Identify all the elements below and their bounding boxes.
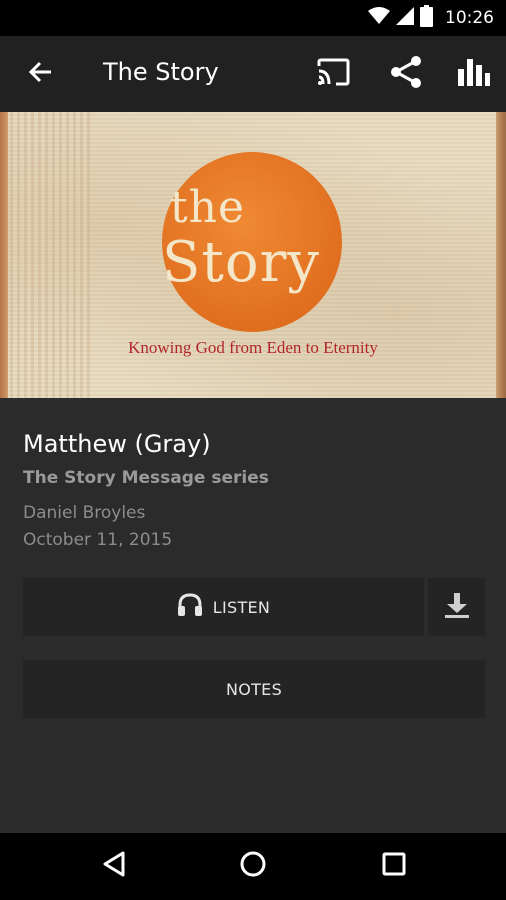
system-nav-bar	[0, 833, 506, 900]
recents-square-icon	[381, 851, 407, 882]
status-bar: 10:26	[0, 0, 506, 36]
nav-home-button[interactable]	[228, 843, 278, 889]
artwork-title-the: the	[170, 182, 246, 233]
stats-button[interactable]	[452, 54, 496, 94]
nav-recents-button[interactable]	[369, 843, 419, 889]
listen-label: LISTEN	[212, 597, 271, 617]
headphones-icon	[177, 592, 203, 622]
sermon-date: October 11, 2015	[23, 530, 173, 550]
app-bar: The Story	[0, 36, 506, 112]
notes-button[interactable]: NOTES	[23, 660, 485, 718]
home-circle-icon	[239, 850, 267, 883]
sermon-title: Matthew (Gray)	[23, 430, 211, 458]
notes-label: NOTES	[225, 679, 283, 699]
artwork-tagline: Knowing God from Eden to Eternity	[128, 338, 378, 357]
back-triangle-icon	[102, 851, 126, 882]
download-button[interactable]	[428, 578, 485, 636]
stats-icon	[457, 57, 491, 92]
cast-icon	[316, 58, 350, 91]
status-icons: 10:26	[368, 0, 494, 36]
wifi-icon	[368, 6, 390, 30]
sermon-details: Matthew (Gray) The Story Message series …	[0, 398, 506, 833]
status-time: 10:26	[445, 8, 494, 28]
app-title: The Story	[103, 58, 219, 86]
download-icon	[443, 592, 471, 623]
share-icon	[389, 55, 423, 94]
series-name: The Story Message series	[23, 468, 269, 488]
signal-icon	[396, 6, 414, 30]
arrow-back-icon	[27, 60, 53, 89]
speaker-name: Daniel Broyles	[23, 503, 146, 523]
listen-button[interactable]: LISTEN	[23, 578, 424, 636]
back-button[interactable]	[20, 56, 60, 92]
artwork-title-story: Story	[162, 230, 320, 295]
cast-button[interactable]	[311, 54, 355, 94]
series-artwork: the Story Knowing God from Eden to Etern…	[0, 112, 506, 398]
share-button[interactable]	[384, 54, 428, 94]
nav-back-button[interactable]	[89, 843, 139, 889]
battery-icon	[420, 4, 433, 32]
